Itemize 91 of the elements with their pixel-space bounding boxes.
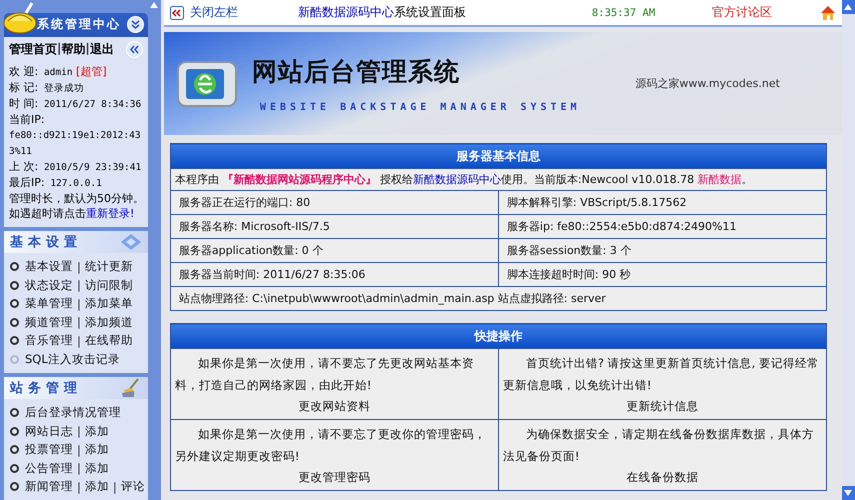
chevron-left-icon <box>130 44 139 54</box>
menu-link[interactable]: 访问限制 <box>84 278 133 293</box>
sidebar-title: 系统管理中心 <box>36 16 121 34</box>
scrollbar[interactable] <box>842 0 855 500</box>
table-header: 服务器基本信息 <box>170 144 826 168</box>
menu-link[interactable]: 后台登录情况管理 <box>25 405 121 420</box>
menu-link[interactable]: 添加 <box>84 442 109 458</box>
info-line: 时 间: 2011/6/27 8:34:36 <box>9 96 142 112</box>
menu-link[interactable]: 新闻管理 <box>25 479 73 494</box>
table-cell: 服务器名称: Microsoft-IIS/7.5 <box>170 214 498 238</box>
banner-title: 网站后台管理系统 <box>252 56 461 88</box>
menu-link[interactable]: 状态设定 <box>25 278 73 293</box>
section-title: 站务管理 <box>10 380 82 397</box>
separator-text: | <box>112 480 117 494</box>
brand-link[interactable]: 『新酷数据网站源码程序中心』 <box>222 173 376 186</box>
menu-link[interactable]: 投票管理 <box>25 442 73 458</box>
menu-link[interactable]: 统计更新 <box>84 259 133 274</box>
diamond-icon <box>120 232 142 251</box>
menu-link[interactable]: 添加 <box>84 460 109 476</box>
brand-link[interactable]: 新酷数据源码中心 <box>298 5 394 19</box>
site-text: 源码之家www.mycodes.net <box>635 76 780 91</box>
nav-link[interactable]: 帮助 <box>61 40 86 58</box>
separator-text: | <box>77 461 81 476</box>
menu-link[interactable]: 在线帮助 <box>84 333 133 348</box>
panel-title: 新酷数据源码中心系统设置面板 <box>298 4 467 21</box>
forum-link[interactable]: 官方讨论区 <box>712 4 820 21</box>
tip-text: 首页统计出错? 请按这里更新首页统计信息, 要记得经常更新信息哦，以免统计出错! <box>502 355 820 394</box>
action-link[interactable]: 更改网站资料 <box>174 396 494 416</box>
table-cell: 服务器application数量: 0 个 <box>170 238 498 262</box>
menu-link[interactable]: 频道管理 <box>25 314 73 330</box>
tip-text: 如果你是第一次使用，请不要忘了更改你的管理密码，另外建议定期更改密码! <box>174 426 487 465</box>
nav-link[interactable]: 管理首页 <box>9 40 57 58</box>
separator-text: | <box>77 424 81 438</box>
menu-link[interactable]: 公告管理 <box>25 460 73 476</box>
separator-text: | <box>77 260 81 274</box>
relogin-text: 如遇超时请点击重新登录! <box>9 206 136 221</box>
collapse-button[interactable] <box>126 16 144 34</box>
chevron-left-icon[interactable] <box>170 6 184 20</box>
up-arrow-icon[interactable] <box>844 4 852 10</box>
menu-link[interactable]: SQL注入攻击记录 <box>25 352 120 367</box>
separator-text: | <box>77 480 81 494</box>
separator-text: | <box>85 40 90 57</box>
info-line: 最后IP: 127.0.0.1 <box>9 174 103 191</box>
action-link[interactable]: 更改管理密码 <box>174 467 494 487</box>
menu-link[interactable]: 音乐管理 <box>25 333 73 348</box>
menu-link[interactable]: 添加菜单 <box>84 296 133 312</box>
close-sidebar-link[interactable]: 关闭左栏 <box>190 4 298 21</box>
menu-link[interactable]: 基本设置 <box>25 259 73 274</box>
action-link[interactable]: 更新统计信息 <box>502 396 822 416</box>
info-line: 当前IP: <box>9 112 46 127</box>
table-cell: 服务器正在运行的端口: 80 <box>170 190 498 214</box>
table-cell: 脚本连接超时时间: 90 秒 <box>498 262 826 286</box>
menu-link[interactable]: 菜单管理 <box>25 296 73 312</box>
brand-link[interactable]: 新酷数据 <box>698 173 742 186</box>
menu-link[interactable]: 添加频道 <box>84 314 133 330</box>
table-cell: 服务器当前时间: 2011/6/27 8:35:06 <box>170 262 498 286</box>
separator-text: | <box>77 334 81 348</box>
section-title: 基本设置 <box>10 234 82 251</box>
table-header: 快捷操作 <box>170 324 826 348</box>
menu-link[interactable]: 添加 <box>84 424 109 439</box>
nav-link[interactable]: 退出 <box>90 40 114 58</box>
clock-text: 8:35:37 AM <box>592 6 656 18</box>
licensee-link[interactable]: 新酷数据源码中心 <box>412 173 501 186</box>
separator-text: | <box>77 296 81 311</box>
info-line: fe80::d921:19e1:2012:433%11 <box>9 128 142 159</box>
info-line: 上 次: 2010/5/9 23:39:41 <box>9 158 142 175</box>
info-line: 欢 迎: admin [超管] <box>9 64 108 80</box>
info-line: 标 记: 登录成功 <box>9 80 85 96</box>
table-cell: 站点物理路径: C:\inetpub\wwwroot\admin\admin_main.asp 站点虚拟路径: server <box>170 286 826 310</box>
info-line: 管理时长，默认为50分钟。 <box>9 190 143 206</box>
menu-link[interactable]: 评论 <box>120 479 145 494</box>
chevron-down-icon <box>130 20 140 30</box>
table-cell: 脚本解释引擎: VBScript/5.8.17562 <box>498 190 826 214</box>
up-arrow-icon[interactable] <box>150 2 158 8</box>
action-link[interactable]: 在线备份数据 <box>502 467 822 487</box>
menu-link[interactable]: 网站日志 <box>25 424 73 439</box>
license-text: 本程序由 『新酷数据网站源码程序中心』 授权给新酷数据源码中心使用。当前版本:Newcool v10.018.78 新酷数据。 <box>170 168 826 190</box>
collapse-left-button[interactable] <box>126 40 143 58</box>
tip-text: 为确保数据安全，请定期在线备份数据库数据，具体方法见备份页面! <box>502 426 815 465</box>
banner-subtitle: WEBSITE BACKSTAGE MANAGER SYSTEM <box>260 102 582 112</box>
table-cell: 服务器session数量: 3 个 <box>498 238 826 262</box>
relogin-link[interactable]: 重新登录! <box>86 206 134 220</box>
table-cell: 服务器ip: fe80::2554:e5b0:d874:2490%11 <box>498 214 826 238</box>
separator-text: | <box>77 315 81 330</box>
home-icon[interactable] <box>820 4 836 20</box>
tip-text: 如果你是第一次使用，请不要忘了先更改网站基本资料，打造自己的网络家园，由此开始! <box>174 355 475 394</box>
separator-text: | <box>77 278 81 292</box>
down-arrow-icon[interactable] <box>844 490 852 496</box>
separator-text: | <box>77 442 81 457</box>
menu-link[interactable]: 添加 <box>84 479 109 494</box>
separator-text: | <box>57 40 62 57</box>
